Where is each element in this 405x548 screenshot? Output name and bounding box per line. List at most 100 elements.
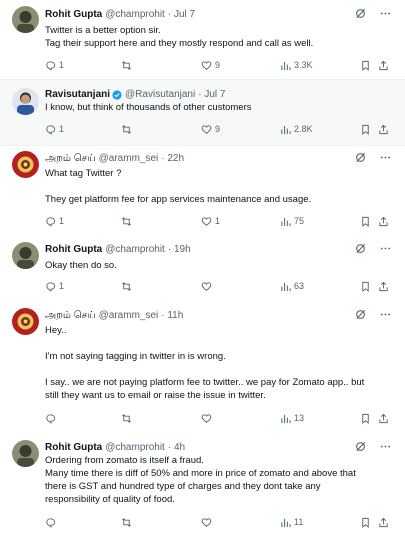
author-handle[interactable]: @aramm_sei [99, 309, 159, 322]
grok-icon[interactable] [355, 8, 366, 19]
share-icon [379, 124, 388, 134]
reply-count: 1 [59, 216, 65, 226]
reply-button[interactable] [45, 515, 59, 529]
share-icon [379, 413, 388, 423]
avatar[interactable] [12, 440, 39, 467]
author-name[interactable]: Rohit Gupta [45, 8, 102, 21]
views-button[interactable]: 3.3K [280, 58, 313, 72]
reply-button[interactable]: 1 [45, 58, 64, 72]
like-button[interactable]: 9 [201, 58, 220, 72]
avatar[interactable] [12, 242, 39, 269]
heart-icon [201, 517, 212, 527]
share-button[interactable] [378, 515, 389, 529]
share-icon [379, 216, 388, 226]
verified-badge-icon [112, 89, 122, 100]
timestamp[interactable]: · Jul 7 [168, 8, 195, 21]
grok-icon[interactable] [355, 152, 366, 163]
reply-icon [46, 517, 56, 528]
reply-button[interactable]: 1 [45, 279, 64, 293]
like-button[interactable] [201, 411, 215, 425]
like-button[interactable]: 9 [201, 122, 220, 136]
retweet-button[interactable] [121, 279, 135, 293]
tweet-text-line: I say.. we are not paying platform fee t… [45, 377, 365, 388]
grok-icon[interactable] [355, 243, 366, 254]
author-handle[interactable]: @Ravisutanjani [125, 88, 195, 101]
tweet-text-line [45, 180, 391, 193]
timestamp[interactable]: · 11h [161, 309, 183, 322]
views-button[interactable]: 13 [280, 411, 304, 425]
retweet-button[interactable] [121, 214, 135, 228]
retweet-button[interactable] [121, 122, 135, 136]
timestamp[interactable]: · 4h [168, 441, 185, 454]
bookmark-button[interactable] [360, 122, 371, 136]
tweet-text-line: Twitter is a better option sir. [45, 25, 161, 36]
reply-button[interactable]: 1 [45, 214, 64, 228]
views-icon [281, 61, 291, 70]
tweet-1[interactable]: Rohit Gupta @champrohit · Jul 7 Twitter … [0, 0, 405, 80]
share-button[interactable] [378, 279, 389, 293]
heart-icon [201, 60, 212, 70]
share-button[interactable] [378, 214, 389, 228]
bookmark-button[interactable] [360, 58, 371, 72]
views-icon [281, 217, 291, 226]
like-button[interactable]: 1 [201, 214, 220, 228]
views-button[interactable]: 75 [280, 214, 304, 228]
retweet-button[interactable] [121, 411, 135, 425]
reply-icon [46, 60, 56, 71]
retweet-button[interactable] [121, 515, 135, 529]
reply-icon [46, 413, 56, 424]
reply-icon [46, 281, 56, 292]
author-name[interactable]: Rohit Gupta [45, 243, 102, 256]
views-button[interactable]: 2.8K [280, 122, 313, 136]
views-button[interactable]: 11 [280, 515, 303, 529]
reply-button[interactable] [45, 411, 59, 425]
heart-icon [201, 124, 212, 134]
share-button[interactable] [378, 122, 389, 136]
bookmark-button[interactable] [360, 515, 371, 529]
bookmark-button[interactable] [360, 214, 371, 228]
author-handle[interactable]: @champrohit [105, 243, 165, 256]
grok-icon[interactable] [355, 441, 366, 452]
heart-icon [201, 413, 212, 423]
retweet-button[interactable] [121, 58, 135, 72]
bookmark-button[interactable] [360, 279, 371, 293]
retweet-icon [122, 413, 131, 423]
like-button[interactable] [201, 515, 215, 529]
more-icon[interactable] [380, 441, 391, 452]
author-handle[interactable]: @champrohit [105, 8, 165, 21]
grok-icon[interactable] [355, 309, 366, 320]
reply-button[interactable]: 1 [45, 122, 64, 136]
share-icon [379, 60, 388, 70]
timestamp[interactable]: · 22h [161, 152, 184, 165]
author-name[interactable]: அறம் செய் [45, 152, 96, 165]
share-button[interactable] [378, 58, 389, 72]
bookmark-icon [362, 281, 369, 292]
more-icon[interactable] [380, 8, 391, 19]
more-icon[interactable] [380, 152, 391, 163]
timestamp[interactable]: · 19h [168, 243, 191, 256]
more-icon[interactable] [380, 309, 391, 320]
avatar[interactable] [12, 88, 39, 115]
bookmark-button[interactable] [360, 411, 371, 425]
timestamp[interactable]: · Jul 7 [198, 88, 225, 101]
avatar[interactable] [12, 151, 39, 178]
author-name[interactable]: Rohit Gupta [45, 441, 102, 454]
reply-count: 1 [59, 60, 65, 70]
author-handle[interactable]: @aramm_sei [99, 152, 159, 165]
author-name[interactable]: Ravisutanjani [45, 88, 110, 101]
tweet-4[interactable]: Rohit Gupta @champrohit · 19h Okay then … [0, 236, 405, 296]
tweet-3[interactable]: அறம் செய் @aramm_sei · 22h What tag Twit… [0, 146, 405, 236]
share-button[interactable] [378, 411, 389, 425]
avatar[interactable] [12, 6, 39, 33]
views-button[interactable]: 63 [280, 279, 304, 293]
tweet-5[interactable]: அறம் செய் @aramm_sei · 11h Hey.. I'm not… [0, 300, 405, 430]
views-icon [281, 518, 291, 527]
avatar[interactable] [12, 308, 39, 335]
more-icon[interactable] [380, 243, 391, 254]
tweet-2[interactable]: Ravisutanjani @Ravisutanjani · Jul 7 I k… [0, 80, 405, 146]
author-name[interactable]: அறம் செய் [45, 309, 96, 322]
tweet-6[interactable]: Rohit Gupta @champrohit · 4h Ordering fr… [0, 434, 405, 548]
views-count: 13 [294, 413, 305, 423]
author-handle[interactable]: @champrohit [105, 441, 165, 454]
like-button[interactable] [201, 279, 215, 293]
